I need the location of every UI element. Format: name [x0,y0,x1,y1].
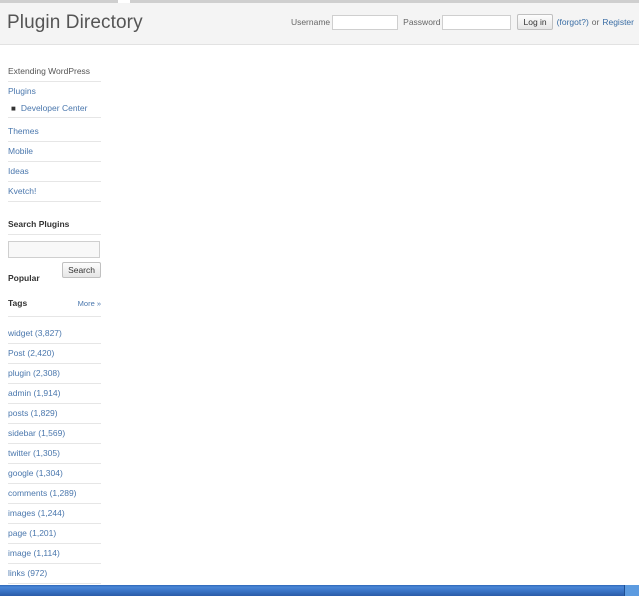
tags-title: Tags [8,298,28,308]
sidebar-item-ideas[interactable]: Ideas [8,162,101,182]
sidebar-nav: Extending WordPress Plugins ■ Developer C… [8,62,101,118]
username-label: Username [290,17,331,27]
sidebar-nav-secondary: Themes Mobile Ideas Kvetch! [8,122,101,202]
register-link[interactable]: Register [602,17,634,27]
tag-item[interactable]: admin (1,914) [8,384,101,404]
tag-item[interactable]: Post (2,420) [8,344,101,364]
sidebar-item-themes[interactable]: Themes [8,122,101,142]
more-tags-link[interactable]: More » [78,299,101,308]
site-header: Plugin Directory Username Password Log i… [0,3,639,45]
tag-list: widget (3,827) Post (2,420) plugin (2,30… [8,324,101,584]
bullet-icon: ■ [11,104,16,113]
tag-item[interactable]: image (1,114) [8,544,101,564]
tag-item[interactable]: links (972) [8,564,101,584]
tag-item[interactable]: page (1,201) [8,524,101,544]
forgot-password-link[interactable]: (forgot?) [557,17,589,27]
search-plugins-heading: Search Plugins [8,219,101,235]
sidebar-item-kvetch[interactable]: Kvetch! [8,182,101,202]
popular-label: Popular [8,273,40,283]
sidebar-item-mobile[interactable]: Mobile [8,142,101,162]
developer-center-label: Developer Center [20,103,88,113]
page-title: Plugin Directory [7,12,143,33]
tag-item[interactable]: google (1,304) [8,464,101,484]
tag-item[interactable]: plugin (2,308) [8,364,101,384]
tag-item[interactable]: comments (1,289) [8,484,101,504]
system-tray[interactable] [624,585,639,596]
tag-item[interactable]: posts (1,829) [8,404,101,424]
search-input[interactable] [8,241,100,258]
or-text: or [591,17,600,27]
login-button[interactable]: Log in [517,14,553,30]
tag-item[interactable]: sidebar (1,569) [8,424,101,444]
sidebar-item-plugins[interactable]: Plugins [8,82,101,101]
password-input[interactable] [442,14,512,30]
sidebar-subitem-developer-center[interactable]: ■ Developer Center [8,101,101,118]
windows-taskbar [0,585,639,596]
tag-item[interactable]: images (1,244) [8,504,101,524]
tag-item[interactable]: widget (3,827) [8,324,101,344]
sidebar-item-extending-wordpress[interactable]: Extending WordPress [8,62,101,82]
search-button[interactable]: Search [62,262,101,278]
tags-header: Tags More » [8,298,101,317]
login-form: Username Password Log in (forgot?) or Re… [291,14,634,30]
search-plugins-section: Search Plugins Search Popular [8,219,101,298]
tag-item[interactable]: twitter (1,305) [8,444,101,464]
password-label: Password [403,17,441,27]
username-input[interactable] [332,14,399,30]
sidebar: Extending WordPress Plugins ■ Developer C… [8,62,101,584]
search-row: Search Popular [8,258,101,298]
